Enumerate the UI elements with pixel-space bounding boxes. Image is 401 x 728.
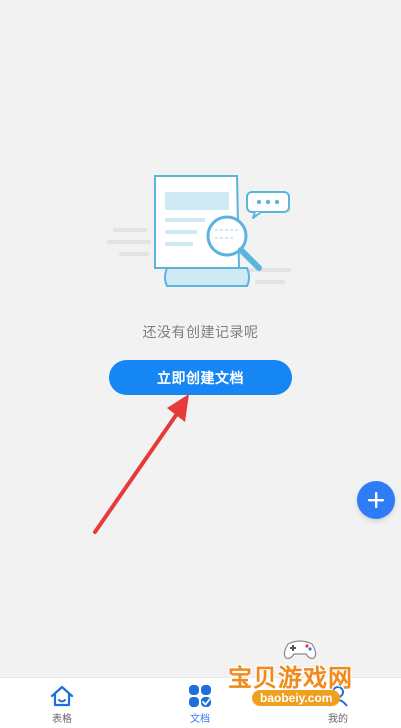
home-icon [50,685,74,707]
nav-item-docs[interactable]: 文档 [160,684,240,728]
gamepad-icon [283,640,317,660]
user-icon [328,686,348,707]
annotation-arrow-icon [93,394,189,534]
bottom-navigation: 表格 文档 我的 [0,677,401,728]
document-list-screen: 还没有创建记录呢 立即创建文档 表格 文档 我的 宝贝游戏网 baobeiy.c… [0,0,401,728]
nav-label-mine: 我的 [328,714,348,725]
add-fab-button[interactable] [357,481,395,519]
nav-label-table: 表格 [52,714,72,725]
empty-state-message: 还没有创建记录呢 [142,324,259,340]
empty-document-illustration [107,175,291,287]
nav-label-docs: 文档 [190,714,210,725]
nav-item-mine[interactable]: 我的 [298,684,378,728]
nav-item-table[interactable]: 表格 [22,684,102,728]
grid-check-icon [189,685,211,707]
plus-icon [368,492,384,508]
